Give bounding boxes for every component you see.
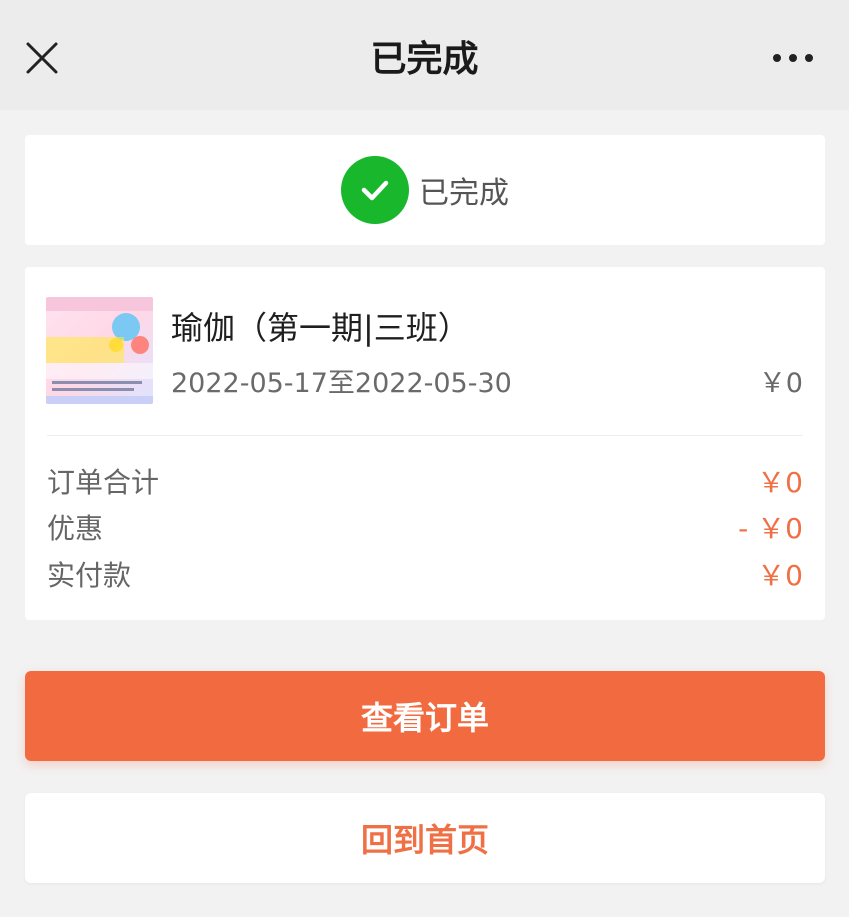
more-horizontal-icon[interactable] bbox=[771, 46, 815, 70]
divider bbox=[47, 435, 803, 436]
back-home-button[interactable]: 回到首页 bbox=[25, 793, 825, 883]
order-detail-card: 瑜伽（第一期|三班） 2022-05-17至2022-05-30 ￥0 订单合计… bbox=[25, 267, 825, 620]
status-card: 已完成 bbox=[25, 135, 825, 245]
course-price: ￥0 bbox=[758, 368, 803, 399]
summary-row-discount: 优惠 - ￥0 bbox=[47, 509, 803, 549]
summary-value: ￥0 bbox=[757, 466, 803, 499]
summary-label: 订单合计 bbox=[47, 466, 160, 499]
summary-row-paid: 实付款 ￥0 bbox=[47, 556, 803, 596]
order-complete-page: 已完成 已完成 瑜伽（第一期|三班） 2022-05-17至2022-05-30… bbox=[0, 0, 849, 917]
top-nav-bar: 已完成 bbox=[0, 0, 849, 110]
view-order-button[interactable]: 查看订单 bbox=[25, 671, 825, 761]
course-thumbnail[interactable] bbox=[46, 297, 153, 404]
summary-label: 实付款 bbox=[47, 559, 132, 592]
summary-label: 优惠 bbox=[47, 512, 104, 545]
check-circle-icon bbox=[341, 156, 409, 224]
status-row: 已完成 bbox=[25, 135, 825, 245]
summary-value: - ￥0 bbox=[738, 512, 803, 545]
summary-row-total: 订单合计 ￥0 bbox=[47, 463, 803, 503]
course-name[interactable]: 瑜伽（第一期|三班） bbox=[171, 303, 470, 349]
status-text: 已完成 bbox=[419, 176, 509, 211]
summary-value: ￥0 bbox=[757, 559, 803, 592]
page-title: 已完成 bbox=[370, 39, 479, 80]
course-dates: 2022-05-17至2022-05-30 bbox=[171, 368, 512, 399]
